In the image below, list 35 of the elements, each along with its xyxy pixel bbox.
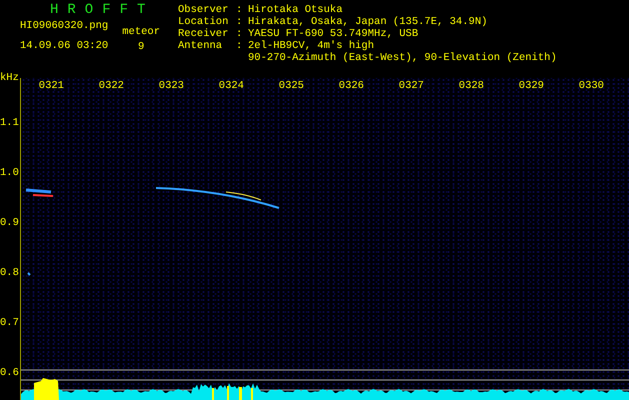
field-value: YAESU FT-690 53.749MHz, USB bbox=[248, 28, 418, 40]
colon-separator: : bbox=[236, 40, 244, 52]
app-title: HROFFT bbox=[50, 2, 156, 18]
field-label: Receiver bbox=[178, 28, 230, 40]
field-label: Observer bbox=[178, 4, 230, 16]
time-axis-label: 0322 bbox=[98, 80, 124, 92]
time-axis-label: 0328 bbox=[458, 80, 484, 92]
time-axis-label: 0326 bbox=[338, 80, 364, 92]
frequency-axis-label: 0.8 bbox=[0, 267, 18, 279]
time-axis-label: 0330 bbox=[578, 80, 604, 92]
field-value: Hirotaka Otsuka bbox=[248, 4, 343, 16]
time-axis-label: 0321 bbox=[38, 80, 64, 92]
frequency-axis-label: 1.0 bbox=[0, 167, 18, 179]
field-value: 2el-HB9CV, 4m's high bbox=[248, 40, 374, 52]
colon-separator: : bbox=[236, 4, 244, 16]
timestamp: 14.09.06 03:20 bbox=[20, 40, 108, 52]
time-axis-label: 0327 bbox=[398, 80, 424, 92]
frequency-axis-label: 1.1 bbox=[0, 117, 18, 129]
field-value: Hirakata, Osaka, Japan (135.7E, 34.9N) bbox=[248, 16, 488, 28]
meteor-count: 9 bbox=[138, 41, 144, 53]
unit-label: kHz bbox=[0, 72, 19, 84]
time-axis-label: 0323 bbox=[158, 80, 184, 92]
frequency-axis-label: 0.7 bbox=[0, 317, 18, 329]
colon-separator: : bbox=[236, 16, 244, 28]
field-label: Location bbox=[178, 16, 230, 28]
time-axis-label: 0329 bbox=[518, 80, 544, 92]
colon-separator: : bbox=[236, 28, 244, 40]
count-label: meteor bbox=[122, 26, 160, 38]
frequency-axis-label: 0.9 bbox=[0, 217, 18, 229]
field-label: Antenna bbox=[178, 40, 224, 52]
time-axis-label: 0325 bbox=[278, 80, 304, 92]
frequency-axis-label: 0.6 bbox=[0, 367, 18, 379]
field-value: 90-270-Azimuth (East-West), 90-Elevation (Zenith) bbox=[248, 52, 557, 64]
file-name: HI09060320.png bbox=[20, 20, 108, 32]
time-axis-label: 0324 bbox=[218, 80, 244, 92]
